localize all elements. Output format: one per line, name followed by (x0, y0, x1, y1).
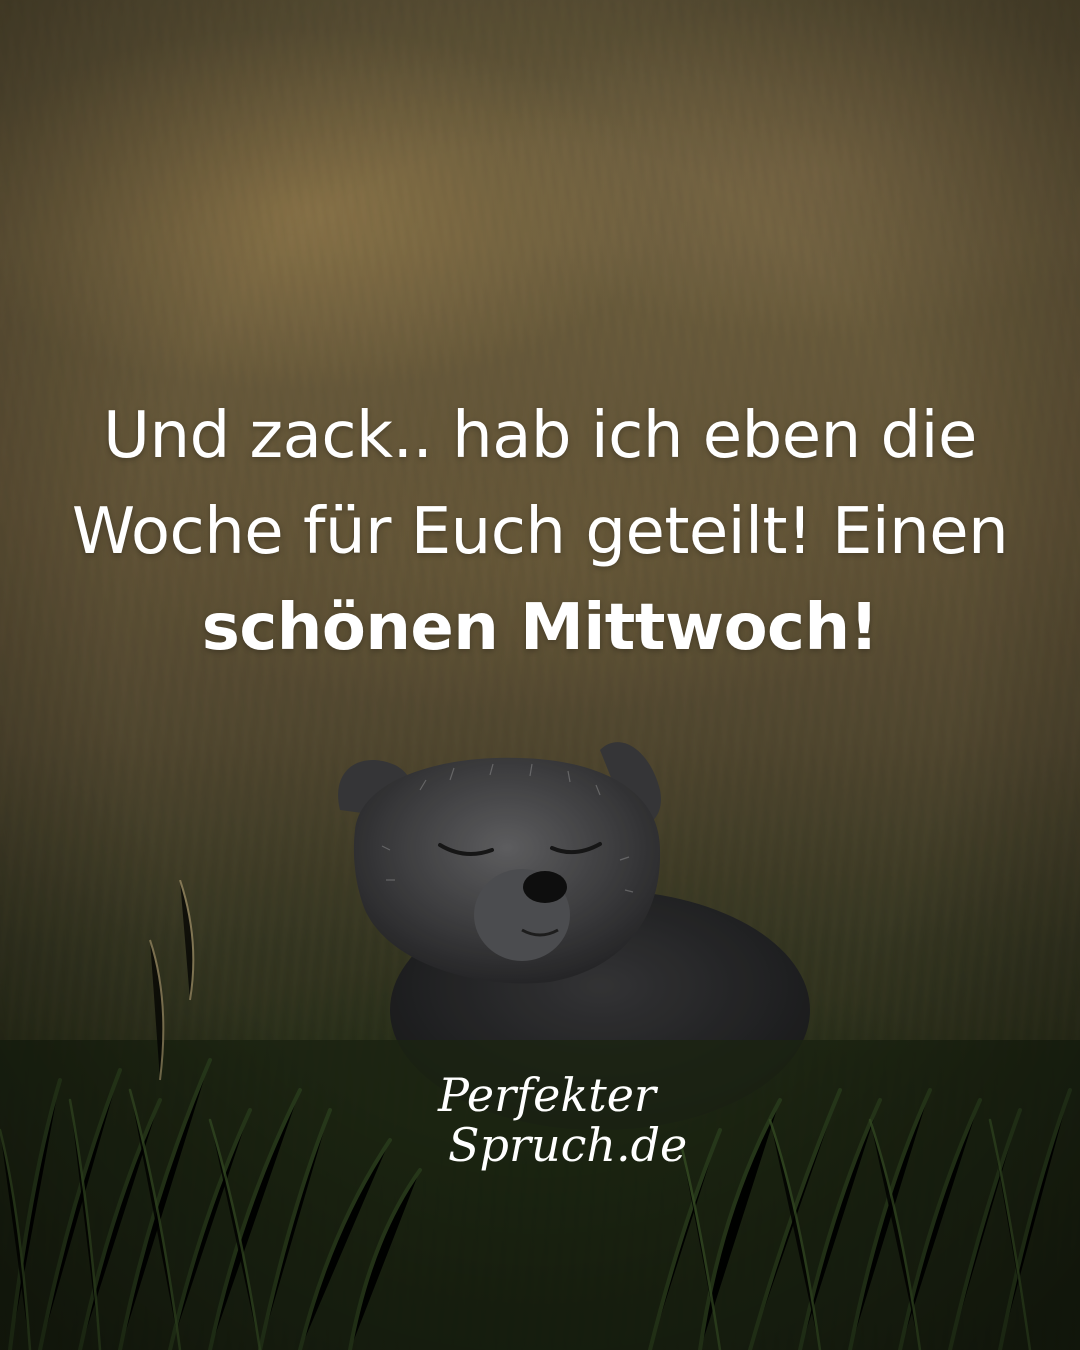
quote-line-2: Woche für Euch geteilt! Einen (71, 495, 1009, 569)
image-canvas: Und zack.. hab ich eben die Woche für Eu… (0, 0, 1080, 1350)
logo-line-2: Spruch.de (448, 1118, 688, 1172)
brand-logo: Perfekter Spruch.de (420, 1068, 688, 1172)
quote-line-3-bold: schönen Mittwoch! (201, 591, 879, 665)
logo-line-1: Perfekter (438, 1068, 656, 1122)
quote-text: Und zack.. hab ich eben die Woche für Eu… (40, 388, 1040, 676)
quote-line-1: Und zack.. hab ich eben die (103, 399, 977, 473)
